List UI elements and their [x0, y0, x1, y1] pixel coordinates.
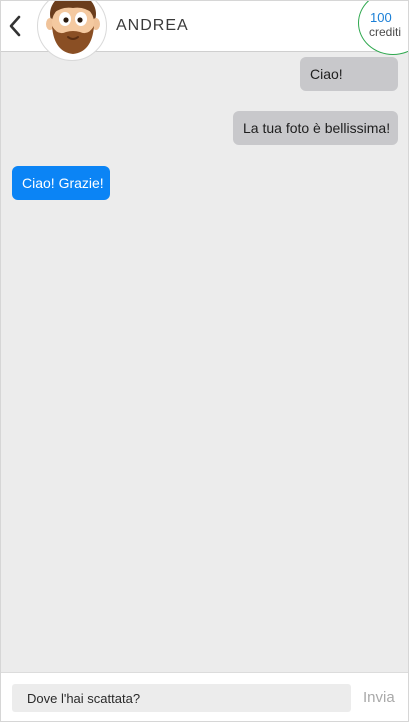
chat-header: ANDREA 100 crediti [1, 1, 408, 61]
back-button[interactable] [4, 11, 28, 41]
received-message: Ciao! Grazie! [12, 166, 110, 200]
bearded-man-avatar-icon [46, 1, 100, 54]
sent-message: Ciao! [300, 57, 398, 91]
send-button[interactable]: Invia [363, 689, 395, 706]
credits-count: 100 [370, 10, 392, 25]
credits-label: crediti [369, 25, 402, 39]
chat-screen: ANDREA 100 crediti Ciao! La tua foto è b… [0, 0, 409, 722]
contact-avatar[interactable] [37, 1, 107, 61]
message-input[interactable] [12, 684, 351, 712]
credits-badge[interactable]: 100 crediti [358, 1, 408, 55]
message-composer: Invia [1, 672, 408, 721]
sent-message: La tua foto è bellissima! [233, 111, 398, 145]
chevron-left-icon [9, 15, 21, 37]
contact-name: ANDREA [116, 17, 189, 34]
